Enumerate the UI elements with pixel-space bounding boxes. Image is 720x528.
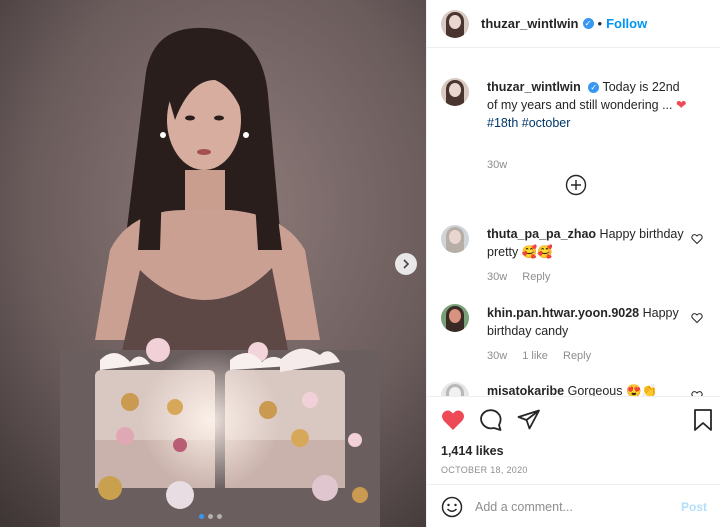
comment-time[interactable]: 30w [487, 350, 507, 362]
avatar[interactable] [441, 225, 469, 253]
comment-meta: 30w Reply [487, 271, 562, 283]
comment-username[interactable]: misatokaribe [487, 384, 564, 396]
avatar[interactable] [441, 304, 469, 332]
avatar[interactable] [441, 78, 469, 106]
share-icon[interactable] [517, 409, 541, 431]
comment-text: misatokaribe Gorgeous 😍👏 [487, 382, 687, 396]
caption-meta: 30w [487, 159, 519, 171]
verified-badge-icon: ✓ [588, 82, 600, 94]
comment-input[interactable]: Add a comment... [475, 500, 681, 514]
caption-hashtags[interactable]: #18th #october [487, 116, 570, 130]
comment-username[interactable]: khin.pan.htwar.yoon.9028 [487, 306, 639, 320]
comment-text: thuta_pa_pa_zhao Happy birthday pretty 🥰… [487, 225, 687, 261]
carousel-dot [199, 514, 204, 519]
caption-time[interactable]: 30w [487, 159, 507, 171]
action-icons [441, 409, 541, 431]
carousel-dot [208, 514, 213, 519]
caption-username[interactable]: thuzar_wintlwin [487, 80, 581, 94]
verified-badge-icon: ✓ [582, 18, 594, 29]
comment-body: Gorgeous 😍👏 [567, 384, 658, 396]
post-side-panel: thuzar_wintlwin ✓ • Follow thuzar_wintlw… [426, 0, 720, 527]
avatar[interactable] [441, 382, 469, 396]
post-date: OCTOBER 18, 2020 [441, 465, 528, 475]
comment-text: khin.pan.htwar.yoon.9028 Happy birthday … [487, 304, 687, 340]
comments-list[interactable]: thuzar_wintlwin ✓ Today is 22nd of my ye… [427, 60, 720, 396]
carousel-dots [199, 514, 222, 519]
heart-icon[interactable] [691, 233, 703, 245]
comment-time[interactable]: 30w [487, 271, 507, 283]
separator: • [597, 16, 603, 31]
carousel-dot [217, 514, 222, 519]
likes-count[interactable]: 1,414 likes [441, 444, 504, 458]
comment-icon[interactable] [479, 409, 503, 431]
comment-username[interactable]: thuta_pa_pa_zhao [487, 227, 596, 241]
post-actions: 1,414 likes OCTOBER 18, 2020 Add a comme… [427, 396, 720, 527]
post-button[interactable]: Post [681, 500, 707, 514]
comment-meta: 30w 1 like Reply [487, 350, 603, 362]
add-comment-bar: Add a comment... Post [427, 484, 720, 528]
post-header: thuzar_wintlwin ✓ • Follow [427, 0, 720, 48]
header-username[interactable]: thuzar_wintlwin [481, 16, 579, 31]
caption-text: thuzar_wintlwin ✓ Today is 22nd of my ye… [487, 78, 687, 132]
comment-likes[interactable]: 1 like [522, 350, 548, 362]
heart-emoji-icon: ❤ [675, 98, 687, 112]
instagram-post: thuzar_wintlwin ✓ • Follow thuzar_wintlw… [0, 0, 720, 527]
heart-icon[interactable] [441, 409, 465, 431]
post-media[interactable] [0, 0, 426, 527]
bookmark-icon[interactable] [693, 409, 713, 431]
plus-circle-icon[interactable] [565, 174, 587, 196]
reply-button[interactable]: Reply [522, 271, 550, 283]
follow-button[interactable]: Follow [606, 16, 647, 31]
reply-button[interactable]: Reply [563, 350, 591, 362]
post-photo [0, 0, 426, 527]
heart-icon[interactable] [691, 312, 703, 324]
carousel-next-button[interactable] [395, 253, 417, 275]
emoji-icon[interactable] [441, 496, 463, 518]
avatar[interactable] [441, 9, 469, 38]
chevron-right-icon [403, 259, 410, 269]
